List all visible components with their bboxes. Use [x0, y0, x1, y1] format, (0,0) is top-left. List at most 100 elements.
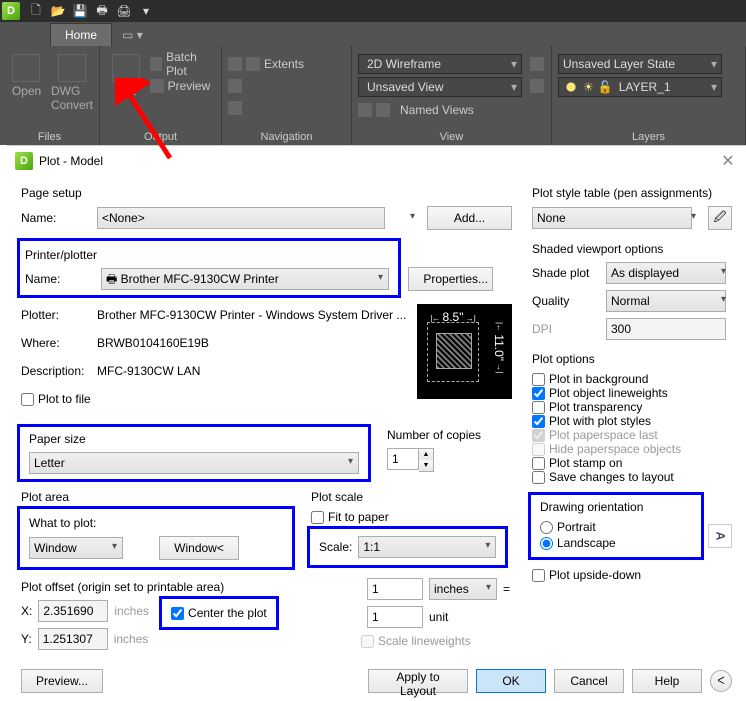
layer-state-select[interactable]: Unsaved Layer State▾ [558, 54, 722, 74]
nav-pan-icon[interactable] [228, 54, 242, 74]
plot-to-file-checkbox[interactable]: Plot to file [21, 392, 91, 406]
orientation-icon: A [708, 524, 732, 548]
ribbon-files-label: Files [6, 129, 93, 145]
scale-select[interactable]: 1:1 [358, 536, 496, 558]
ribbon-view-label: View [358, 129, 545, 145]
copies-label: Number of copies [387, 428, 481, 442]
ribbon-output-label: Output [106, 129, 215, 145]
printer-properties-button[interactable]: Properties... [408, 267, 493, 291]
layer-select[interactable]: ☀🔓LAYER_1▾ [558, 77, 722, 97]
opt-save-checkbox[interactable]: Save changes to layout [532, 470, 732, 484]
dwg-convert-button[interactable]: DWG Convert [51, 50, 93, 129]
printer-group-label: Printer/plotter [25, 248, 389, 262]
qat-plot-icon[interactable]: 🖨 [114, 2, 134, 20]
copies-spinner[interactable]: ▲▼ [387, 448, 434, 472]
offset-x-label: X: [21, 604, 32, 618]
paper-size-label: Paper size [29, 432, 359, 446]
tab-extra[interactable]: ▭ ▾ [112, 24, 153, 46]
shadeplot-label: Shade plot [532, 266, 600, 280]
expand-button[interactable]: ᐸ [710, 670, 732, 692]
lightbulb-icon [563, 79, 579, 95]
upside-down-checkbox[interactable]: Plot upside-down [532, 568, 732, 582]
qat-new-icon[interactable]: 🗋 [26, 2, 46, 20]
app-icon: D [2, 2, 20, 20]
offset-y-unit: inches [114, 632, 149, 646]
scale-lineweights-checkbox: Scale lineweights [361, 634, 512, 648]
offset-y-input[interactable] [38, 628, 108, 650]
nav-orbit-icon[interactable] [228, 76, 242, 96]
plotter-label: Plotter: [21, 308, 91, 322]
opt-hide-checkbox: Hide paperspace objects [532, 442, 732, 456]
quality-select[interactable]: Normal [606, 290, 726, 312]
view-saved-select[interactable]: Unsaved View▾ [358, 77, 522, 97]
unit-label: unit [429, 610, 448, 624]
ok-button[interactable]: OK [476, 669, 546, 693]
qat-save-icon[interactable]: 💾 [70, 2, 90, 20]
plotstyle-select[interactable]: None [532, 207, 692, 229]
preview-button[interactable]: Preview... [21, 669, 103, 693]
offset-label: Plot offset (origin set to printable are… [21, 580, 291, 594]
apply-to-layout-button[interactable]: Apply to Layout [368, 669, 468, 693]
paper-size-select[interactable]: Letter [29, 452, 359, 474]
dpi-input [606, 318, 726, 340]
center-plot-checkbox[interactable]: Center the plot [171, 606, 267, 620]
pagesetup-name-select[interactable]: <None> [97, 207, 385, 229]
dialog-title: Plot - Model [39, 154, 103, 168]
extents-button[interactable]: Extents [246, 54, 304, 74]
offset-x-input[interactable] [38, 600, 108, 622]
view-wireframe-select[interactable]: 2D Wireframe▾ [358, 54, 522, 74]
paper-preview: |← 8.5" →| |← 11.0" →| [417, 304, 512, 399]
preview-button[interactable]: Preview [150, 76, 215, 96]
plotstyle-edit-button[interactable]: 🖉 [708, 206, 732, 230]
ribbon-nav-label: Navigation [228, 129, 345, 145]
opt-ps-checkbox[interactable]: Plot with plot styles [532, 414, 732, 428]
tab-home[interactable]: Home [50, 23, 112, 46]
printer-name-select[interactable]: 🖶 Brother MFC-9130CW Printer [101, 268, 389, 290]
printer-name-label: Name: [25, 272, 95, 286]
dialog-icon: D [15, 152, 33, 170]
scale-v1-input[interactable] [367, 578, 423, 600]
view-icons-1[interactable] [530, 54, 544, 74]
close-button[interactable]: ✕ [718, 151, 738, 171]
plot-button[interactable]: Plot [106, 50, 146, 129]
what-to-plot-label: What to plot: [29, 516, 283, 530]
fit-to-paper-checkbox[interactable]: Fit to paper [311, 510, 512, 524]
plot-area-label: Plot area [21, 490, 291, 504]
offset-x-unit: inches [114, 604, 149, 618]
open-button[interactable]: Open [6, 50, 47, 129]
pagesetup-add-button[interactable]: Add... [427, 206, 512, 230]
view-icons-2[interactable] [530, 76, 544, 96]
plot-dialog: D Plot - Model ✕ Page setup Name: <None>… [7, 145, 746, 701]
opt-lw-checkbox[interactable]: Plot object lineweights [532, 386, 732, 400]
landscape-radio[interactable]: Landscape [540, 536, 692, 550]
pagesetup-name-label: Name: [21, 211, 91, 225]
opt-ppl-checkbox: Plot paperspace last [532, 428, 732, 442]
nav-zoom-icon[interactable] [228, 98, 242, 118]
scale-v2-input[interactable] [367, 606, 423, 628]
orientation-label: Drawing orientation [540, 500, 692, 514]
qat-print-icon[interactable]: 🖶 [92, 2, 112, 20]
opt-bg-checkbox[interactable]: Plot in background [532, 372, 732, 386]
offset-y-label: Y: [21, 632, 32, 646]
window-pick-button[interactable]: Window< [159, 536, 239, 560]
opt-stamp-checkbox[interactable]: Plot stamp on [532, 456, 732, 470]
opt-tr-checkbox[interactable]: Plot transparency [532, 400, 732, 414]
help-button[interactable]: Help [632, 669, 702, 693]
quality-label: Quality [532, 294, 600, 308]
scale-units-select[interactable]: inches [429, 578, 497, 600]
where-value: BRWB0104160E19B [97, 336, 209, 350]
shadeplot-select[interactable]: As displayed [606, 262, 726, 284]
named-views-button[interactable]: Named Views [358, 100, 522, 120]
plot-scale-label: Plot scale [311, 490, 512, 504]
qat-open-icon[interactable]: 📂 [48, 2, 68, 20]
plotoptions-label: Plot options [532, 352, 732, 366]
what-to-plot-select[interactable]: Window [29, 537, 123, 559]
batch-plot-button[interactable]: Batch Plot [150, 54, 215, 74]
equals-label: = [503, 582, 510, 596]
ribbon-layers-label: Layers [558, 129, 739, 145]
cancel-button[interactable]: Cancel [554, 669, 624, 693]
qat-more-icon[interactable]: ▾ [136, 2, 156, 20]
shaded-label: Shaded viewport options [532, 242, 732, 256]
portrait-radio[interactable]: Portrait [540, 520, 692, 534]
scale-label: Scale: [319, 540, 352, 554]
